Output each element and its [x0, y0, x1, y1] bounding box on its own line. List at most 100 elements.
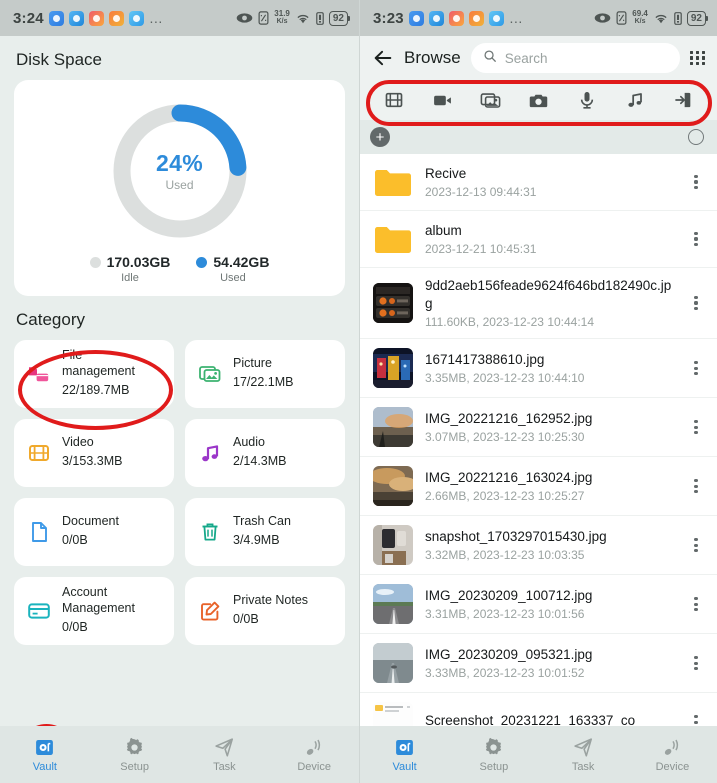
category-meta-account-management: 0/0B [62, 619, 88, 634]
nav-item-device[interactable]: Device [269, 736, 359, 773]
category-tile-picture[interactable]: Picture 17/22.1MB [185, 340, 345, 408]
list-item[interactable]: snapshot_1703297015430.jpg 3.32MB, 2023-… [360, 516, 717, 576]
filmstrip-icon[interactable] [383, 89, 405, 111]
eye-icon [237, 13, 253, 23]
more-options-icon[interactable] [688, 655, 704, 671]
list-item[interactable]: IMG_20221216_162952.jpg 3.07MB, 2023-12-… [360, 398, 717, 458]
microphone-icon[interactable] [576, 89, 598, 111]
nav-label-vault: Vault [392, 761, 417, 773]
file-meta: 3.07MB, 2023-12-23 10:25:30 [425, 430, 585, 445]
list-item[interactable]: IMG_20221216_163024.jpg 2.66MB, 2023-12-… [360, 457, 717, 517]
device-signal-icon [628, 736, 717, 758]
more-options-icon[interactable] [688, 174, 704, 190]
music-note-icon[interactable] [624, 89, 646, 111]
status-time: 3:24 [13, 9, 44, 27]
file-meta: 2023-12-13 09:44:31 [425, 185, 537, 200]
search-bar[interactable] [470, 43, 681, 73]
status-app-icon-5-right [488, 10, 504, 26]
category-name-private-notes: Private Notes [233, 593, 309, 608]
file-info: album 2023-12-21 10:45:31 [425, 222, 676, 257]
battery-indicator-right: 92 [686, 10, 709, 26]
file-info: IMG_20221216_163024.jpg 2.66MB, 2023-12-… [425, 469, 676, 504]
nav-item-setup[interactable]: Setup [449, 736, 538, 773]
more-options-icon[interactable] [688, 419, 704, 435]
nav-item-setup[interactable]: Setup [90, 736, 180, 773]
status-time-right: 3:23 [373, 9, 404, 27]
category-meta-private-notes: 0/0B [233, 611, 259, 626]
file-thumbnail [373, 348, 413, 389]
file-name: album [425, 222, 462, 238]
list-item[interactable]: 1671417388610.jpg 3.35MB, 2023-12-23 10:… [360, 339, 717, 399]
status-bar-right-group-2: 69.4 K/s 92 [594, 10, 709, 26]
list-item[interactable]: IMG_20230209_100712.jpg 3.31MB, 2023-12-… [360, 575, 717, 635]
more-options-icon[interactable] [688, 360, 704, 376]
select-circle-icon[interactable] [688, 129, 704, 145]
sim-icon [674, 11, 682, 25]
file-info: Recive 2023-12-13 09:44:31 [425, 165, 676, 200]
disk-space-title: Disk Space [16, 50, 102, 69]
list-item[interactable]: IMG_20230209_095321.jpg 3.33MB, 2023-12-… [360, 634, 717, 694]
category-tile-private-notes[interactable]: Private Notes 0/0B [185, 577, 345, 645]
more-options-icon[interactable] [688, 231, 704, 247]
category-name-trash-can: Trash Can [233, 514, 291, 529]
category-tile-audio[interactable]: Audio 2/14.3MB [185, 419, 345, 487]
category-tile-file-management[interactable]: File management 22/189.7MB [14, 340, 174, 408]
file-thumbnail [373, 466, 413, 507]
more-options-icon[interactable] [688, 537, 704, 553]
more-options-icon[interactable] [688, 478, 704, 494]
file-name: IMG_20221216_162952.jpg [425, 410, 593, 426]
file-list: Recive 2023-12-13 09:44:31 album 2023-12… [360, 154, 717, 753]
file-thumbnail [373, 643, 413, 684]
dual-phone-screenshot: 3:24 … 31.9 K/s 92 Disk Space 24% Used 1… [0, 0, 717, 783]
category-tile-video[interactable]: Video 3/153.3MB [14, 419, 174, 487]
import-icon[interactable] [672, 89, 694, 111]
status-app-icon-3 [88, 10, 104, 26]
nav-item-task[interactable]: Task [539, 736, 628, 773]
status-app-icon-2-right [428, 10, 444, 26]
category-tile-document[interactable]: Document 0/0B [14, 498, 174, 566]
video-icon [26, 440, 52, 466]
back-arrow-icon[interactable] [372, 47, 394, 69]
gear-icon [449, 736, 538, 758]
list-item[interactable]: album 2023-12-21 10:45:31 [360, 211, 717, 268]
status-bar-right: 3:23 … 69.4 K/s 92 [360, 0, 717, 36]
nav-item-task[interactable]: Task [180, 736, 270, 773]
file-meta: 3.33MB, 2023-12-23 10:01:52 [425, 666, 585, 681]
category-text-picture: Picture 17/22.1MB [233, 356, 293, 392]
legend-dot-idle [89, 256, 101, 268]
left-phone-panel: 3:24 … 31.9 K/s 92 Disk Space 24% Used 1… [0, 0, 359, 783]
search-input[interactable] [504, 50, 669, 66]
browse-title: Browse [404, 48, 461, 67]
file-meta: 2.66MB, 2023-12-23 10:25:27 [425, 489, 585, 504]
list-item[interactable]: Recive 2023-12-13 09:44:31 [360, 154, 717, 211]
donut-percent-value: 24% [156, 150, 203, 176]
file-name: Recive [425, 165, 467, 181]
file-info: 9dd2aeb156feade9624f646bd182490c.jpg 111… [425, 277, 676, 329]
nav-item-vault[interactable]: Vault [360, 736, 449, 773]
list-item[interactable]: 9dd2aeb156feade9624f646bd182490c.jpg 111… [360, 268, 717, 340]
plus-icon[interactable]: + [370, 127, 390, 147]
more-options-icon[interactable] [688, 596, 704, 612]
nav-item-vault[interactable]: Vault [0, 736, 90, 773]
grid-view-icon[interactable] [690, 50, 707, 66]
gallery-icon[interactable] [479, 89, 501, 111]
browse-header: Browse [360, 36, 717, 80]
legend-value-used: 54.42GB [213, 254, 270, 270]
category-tile-account-management[interactable]: Account Management 0/0B [14, 577, 174, 645]
note-edit-icon [197, 598, 223, 624]
file-meta: 3.35MB, 2023-12-23 10:44:10 [425, 371, 585, 386]
category-tile-trash-can[interactable]: Trash Can 3/4.9MB [185, 498, 345, 566]
status-overflow-dots-right: … [508, 10, 524, 26]
category-text-file-management: File management 22/189.7MB [62, 348, 135, 399]
category-grid: File management 22/189.7MB Picture 17/22… [0, 340, 359, 645]
camera-icon[interactable] [527, 89, 549, 111]
search-icon [483, 49, 497, 68]
eye-icon [595, 13, 611, 23]
video-camera-icon[interactable] [431, 89, 453, 111]
audio-icon [197, 440, 223, 466]
file-info: IMG_20230209_100712.jpg 3.31MB, 2023-12-… [425, 587, 676, 622]
nav-item-device[interactable]: Device [628, 736, 717, 773]
more-options-icon[interactable] [688, 295, 704, 311]
file-thumbnail [373, 525, 413, 566]
file-name: IMG_20230209_095321.jpg [425, 646, 593, 662]
